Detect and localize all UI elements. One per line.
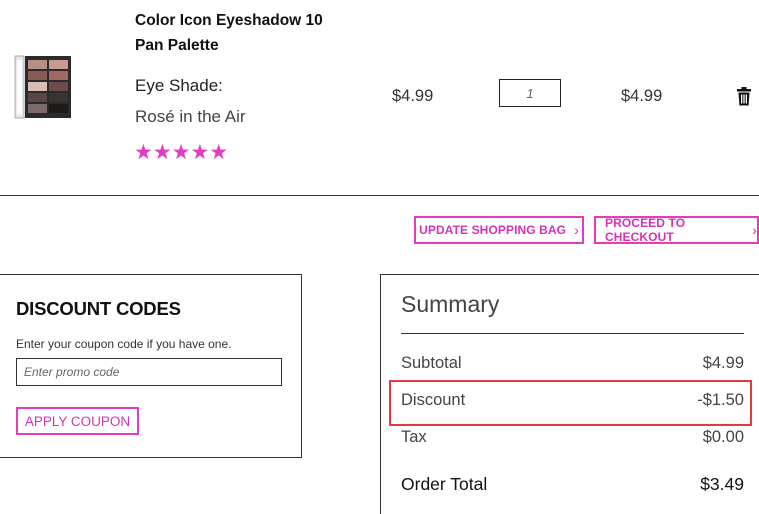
shade-label: Eye Shade: (135, 76, 223, 95)
subtotal-label: Subtotal (401, 354, 462, 372)
section-divider (0, 195, 759, 196)
summary-divider (401, 333, 744, 334)
summary-title: Summary (401, 291, 500, 317)
update-shopping-bag-label: UPDATE SHOPPING BAG (419, 223, 567, 237)
proceed-to-checkout-label: PROCEED TO CHECKOUT (605, 216, 686, 244)
proceed-to-checkout-button[interactable]: PROCEED TO CHECKOUT › (594, 216, 759, 244)
discount-highlight-box (389, 380, 752, 426)
trash-icon[interactable] (736, 87, 752, 106)
apply-coupon-button[interactable]: APPLY COUPON (16, 407, 139, 435)
chevron-right-icon: › (574, 222, 579, 238)
promo-code-input[interactable] (16, 358, 282, 386)
chevron-right-icon: › (752, 222, 757, 238)
discount-codes-title: DISCOUNT CODES (16, 298, 181, 319)
unit-price: $4.99 (392, 87, 434, 105)
star-rating: ★★★★★ (134, 141, 229, 164)
order-total-label: Order Total (401, 474, 488, 494)
eyeshadow-palette-icon (14, 55, 71, 119)
product-name[interactable]: Color Icon Eyeshadow 10 Pan Palette (135, 8, 335, 58)
discount-help-text: Enter your coupon code if you have one. (16, 337, 232, 351)
summary-row-order-total: Order Total $3.49 (401, 474, 744, 495)
line-subtotal: $4.99 (621, 87, 663, 105)
shade-value: Rosé in the Air (135, 107, 246, 126)
quantity-input[interactable] (499, 79, 561, 107)
order-total-value: $3.49 (700, 474, 744, 494)
summary-row-tax: Tax $0.00 (401, 428, 744, 447)
update-shopping-bag-button[interactable]: UPDATE SHOPPING BAG › (414, 216, 584, 244)
summary-row-subtotal: Subtotal $4.99 (401, 354, 744, 373)
tax-value: $0.00 (702, 428, 744, 446)
subtotal-value: $4.99 (702, 354, 744, 372)
tax-label: Tax (401, 428, 427, 446)
product-image[interactable] (14, 54, 72, 122)
